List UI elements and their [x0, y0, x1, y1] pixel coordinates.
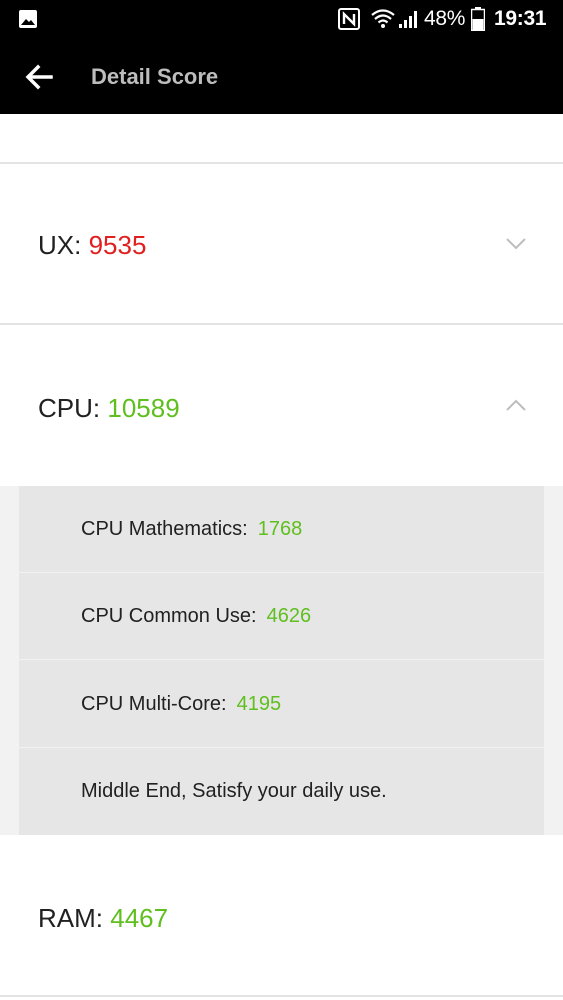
ram-score-row[interactable]: RAM: 4467: [0, 835, 563, 995]
clock: 19:31: [494, 7, 547, 30]
app-bar: Detail Score: [0, 40, 563, 114]
ram-score-value: 4467: [110, 903, 169, 933]
back-arrow-icon[interactable]: [24, 62, 54, 92]
cpu-score-row[interactable]: CPU: 10589: [0, 325, 563, 485]
cpu-detail-list: CPU Mathematics: 1768 CPU Common Use: 4626…: [19, 486, 544, 835]
cpu-common-use-value: 4626: [266, 605, 312, 627]
cpu-mathematics-label: CPU Mathematics:: [81, 518, 248, 540]
chevron-down-icon[interactable]: [505, 237, 527, 251]
cpu-score-label: CPU: 10589: [38, 393, 180, 424]
battery-percentage: 48%: [424, 7, 466, 30]
divider: [0, 995, 563, 997]
status-bar: 48% 19:31: [0, 0, 563, 40]
ux-score-value: 9535: [88, 230, 147, 260]
chevron-up-icon[interactable]: [505, 398, 527, 412]
cpu-common-use-text: CPU Common Use: 4626: [81, 605, 311, 628]
battery-icon: [471, 7, 485, 31]
nfc-icon: [338, 8, 360, 30]
cpu-summary-text: Middle End, Satisfy your daily use.: [81, 780, 387, 802]
wifi-icon: [371, 9, 395, 28]
cpu-multi-core-value: 4195: [236, 693, 282, 715]
ram-label-text: RAM:: [38, 903, 103, 933]
signal-icon: [399, 11, 417, 28]
image-notification-icon: [19, 10, 37, 28]
cpu-summary-row: Middle End, Satisfy your daily use.: [19, 748, 544, 835]
cpu-score-value: 10589: [107, 393, 180, 423]
cpu-detail-panel: CPU Mathematics: 1768 CPU Common Use: 4626…: [0, 486, 563, 835]
cpu-multi-core-row: CPU Multi-Core: 4195: [19, 661, 544, 748]
cpu-common-use-row: CPU Common Use: 4626: [19, 573, 544, 660]
cpu-label-text: CPU:: [38, 393, 101, 423]
cpu-mathematics-row: CPU Mathematics: 1768: [19, 486, 544, 573]
cpu-multi-core-label: CPU Multi-Core:: [81, 693, 227, 715]
page-title: Detail Score: [91, 64, 219, 89]
ux-score-label: UX: 9535: [38, 230, 146, 261]
cpu-mathematics-value: 1768: [257, 518, 303, 540]
cpu-common-use-label: CPU Common Use:: [81, 605, 257, 627]
cpu-mathematics-text: CPU Mathematics: 1768: [81, 518, 302, 541]
ram-score-label: RAM: 4467: [38, 903, 168, 934]
ux-score-row[interactable]: UX: 9535: [0, 164, 563, 324]
ux-label-text: UX:: [38, 230, 82, 260]
cpu-multi-core-text: CPU Multi-Core: 4195: [81, 693, 281, 716]
